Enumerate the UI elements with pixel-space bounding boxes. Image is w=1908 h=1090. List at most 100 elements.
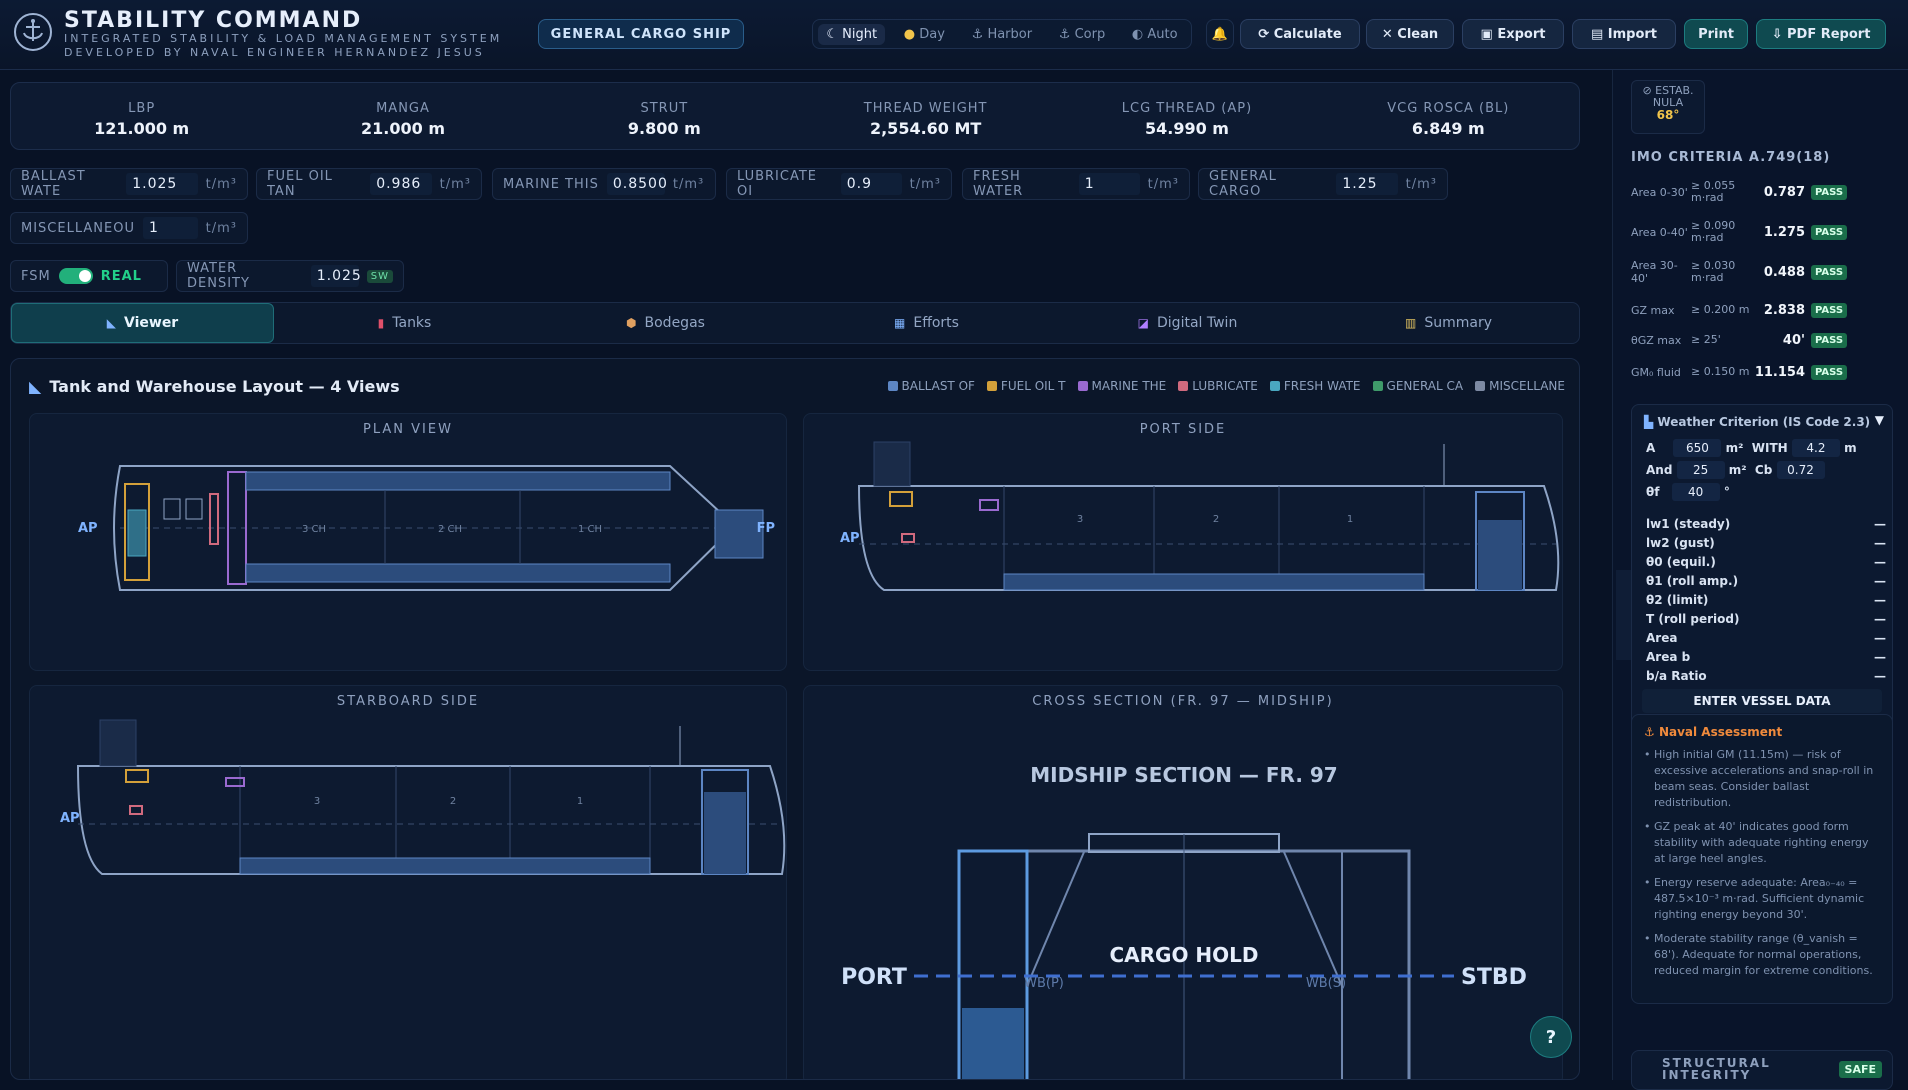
main-tabs: ◣ Viewer ▮ Tanks ⬢ Bodegas ▦ Efforts ◪ Digita… xyxy=(10,302,1580,344)
safe-badge: SAFE xyxy=(1838,1061,1882,1078)
density-marine: MARINE THIS 0.8500 t/m³ xyxy=(492,168,716,200)
density-input[interactable]: 0.9 xyxy=(840,173,902,195)
structural-title: STRUCTURAL INTEGRITY xyxy=(1662,1056,1771,1082)
legend-ballast: BALLAST OF xyxy=(887,379,975,393)
legend-fuel: FUEL OIL T xyxy=(986,379,1066,393)
stbd-hold-2: 2 xyxy=(450,796,456,807)
assessment-note: Moderate stability range (θ_vanish = 68'… xyxy=(1644,931,1880,979)
kpi-lbp: LBP 121.000 m xyxy=(94,101,190,138)
export-button[interactable]: ▣ Export xyxy=(1462,19,1564,49)
naval-assessment-title: ⚓ Naval Assessment xyxy=(1644,725,1783,739)
stbd-hold-1: 1 xyxy=(577,796,583,807)
density-input[interactable]: 1 xyxy=(142,217,198,239)
pdf-report-button[interactable]: ⇩ PDF Report xyxy=(1756,19,1886,49)
collapse-caret-icon[interactable]: ▼ xyxy=(1875,413,1884,427)
starboard-side-drawing: AP 3 2 1 xyxy=(60,719,786,875)
assessment-note: GZ peak at 40' indicates good form stabi… xyxy=(1644,819,1880,867)
pass-badge: PASS xyxy=(1811,364,1848,380)
legend-cargo: GENERAL CA xyxy=(1372,379,1463,393)
mode-harbor[interactable]: ⚓ Harbor xyxy=(964,24,1040,45)
app-title: STABILITY COMMAND xyxy=(64,8,363,33)
weather-result-row: Area — xyxy=(1646,631,1886,645)
tab-digital-twin[interactable]: ◪ Digital Twin xyxy=(1057,303,1318,343)
wb-stbd-label: WB(S) xyxy=(1306,976,1346,991)
density-fuel: FUEL OIL TAN 0.986 t/m³ xyxy=(256,168,482,200)
hold-1-label: 1 CH xyxy=(578,524,602,535)
enter-vessel-data-button[interactable]: ENTER VESSEL DATA xyxy=(1642,689,1882,713)
weather-result-row: b/a Ratio — xyxy=(1646,669,1886,683)
pass-badge: PASS xyxy=(1811,184,1848,200)
tab-viewer[interactable]: ◣ Viewer xyxy=(11,303,274,343)
import-button[interactable]: ▤ Import xyxy=(1572,19,1676,49)
assessment-note: Energy reserve adequate: Area₀₋₄₀ = 487.… xyxy=(1644,875,1880,923)
pass-badge: PASS xyxy=(1811,224,1848,240)
sidebar-scrollbar[interactable] xyxy=(1616,570,1632,660)
vessel-type-badge[interactable]: GENERAL CARGO SHIP xyxy=(538,19,744,49)
plan-fp-label: FP xyxy=(757,521,775,536)
port-label: PORT xyxy=(841,965,907,990)
structural-integrity-card: STRUCTURAL INTEGRITY SAFE xyxy=(1631,1050,1893,1090)
starboard-side-view: STARBOARD SIDE AP 3 2 1 xyxy=(29,685,787,1079)
tab-summary[interactable]: ▥ Summary xyxy=(1318,303,1579,343)
density-lube: LUBRICATE OI 0.9 t/m³ xyxy=(726,168,952,200)
with-input[interactable]: 4.2 xyxy=(1791,439,1840,457)
mode-corp[interactable]: ⚓ Corp xyxy=(1051,24,1113,45)
port-hold-3: 3 xyxy=(1077,514,1083,525)
density-input[interactable]: 1 xyxy=(1078,173,1140,195)
weather-title: ▙ Weather Criterion (IS Code 2.3) xyxy=(1644,415,1871,429)
density-cargo: GENERAL CARGO 1.25 t/m³ xyxy=(1198,168,1448,200)
tab-efforts[interactable]: ▦ Efforts xyxy=(796,303,1057,343)
weather-icon: ▙ xyxy=(1644,415,1654,429)
and-input[interactable]: 25 xyxy=(1676,461,1725,479)
wb-port-label: WB(P) xyxy=(1024,976,1064,991)
density-input[interactable]: 1.025 xyxy=(126,173,198,195)
area-a-input[interactable]: 650 xyxy=(1673,439,1722,457)
tab-tanks[interactable]: ▮ Tanks xyxy=(274,303,535,343)
stbd-hold-3: 3 xyxy=(314,796,320,807)
bell-icon[interactable]: 🔔 xyxy=(1206,19,1234,49)
mode-switcher: ☾ Night ● Day ⚓ Harbor ⚓ Corp ◐ Auto xyxy=(812,19,1192,49)
port-side-view: PORT SIDE AP 3 2 1 xyxy=(803,413,1563,671)
right-sidebar: ⊘ ESTAB. NULA 68° IMO CRITERIA A.749(18) … xyxy=(1612,70,1908,1090)
water-density-input[interactable]: 1.025 xyxy=(310,265,361,287)
print-button[interactable]: Print xyxy=(1684,19,1748,49)
naval-assessment-card: ⚓ Naval Assessment High initial GM (11.1… xyxy=(1631,714,1893,1004)
anchor-logo-icon xyxy=(14,13,52,51)
cross-section-drawing: MIDSHIP SECTION — FR. 97 CARGO HOLD PORT… xyxy=(841,763,1527,1079)
port-hold-1: 1 xyxy=(1347,514,1353,525)
port-side-drawing: AP 3 2 1 xyxy=(840,441,1560,591)
vessel-particulars: LBP 121.000 m MANGA 21.000 m STRUT 9.800 m … xyxy=(10,82,1580,150)
calculate-button[interactable]: ⟳ Calculate xyxy=(1240,19,1360,49)
legend-misc: MISCELLANE xyxy=(1475,379,1565,393)
panel-title: ◣ Tank and Warehouse Layout — 4 Views xyxy=(29,377,400,396)
density-ballast: BALLAST WATE 1.025 t/m³ xyxy=(10,168,248,200)
density-misc: MISCELLANEOU 1 t/m³ xyxy=(10,212,248,244)
mode-night[interactable]: ☾ Night xyxy=(818,23,886,45)
water-density: WATER DENSITY 1.025 SW xyxy=(176,260,404,292)
fsm-toggle[interactable] xyxy=(58,268,93,284)
plan-view-drawing: AP FP 3 CH 2 CH 1 CH xyxy=(78,465,775,591)
help-button[interactable]: ? xyxy=(1530,1016,1572,1058)
cross-section-view: CROSS SECTION (FR. 97 — MIDSHIP) MIDSHIP… xyxy=(803,685,1563,1079)
app-subtitle: INTEGRATED STABILITY & LOAD MANAGEMENT S… xyxy=(64,32,503,59)
weather-result-row: lw2 (gust) — xyxy=(1646,536,1886,550)
density-input[interactable]: 1.25 xyxy=(1336,173,1398,195)
tab-bodegas[interactable]: ⬢ Bodegas xyxy=(535,303,796,343)
weather-result-row: lw1 (steady) — xyxy=(1646,517,1886,531)
mode-day[interactable]: ● Day xyxy=(896,24,953,45)
density-input[interactable]: 0.8500 xyxy=(606,173,667,195)
cb-input[interactable]: 0.72 xyxy=(1776,461,1825,479)
clean-button[interactable]: ✕ Clean xyxy=(1366,19,1454,49)
mode-auto[interactable]: ◐ Auto xyxy=(1124,24,1186,45)
kpi-vcg: VCG ROSCA (BL) 6.849 m xyxy=(1387,101,1510,138)
weather-input-row: θf 40 ° xyxy=(1646,483,1730,501)
imo-row: Area 0-30' ≥ 0.055 m·rad 0.787 PASS xyxy=(1631,174,1893,210)
assessment-note: High initial GM (11.15m) — risk of exces… xyxy=(1644,747,1880,811)
density-input[interactable]: 0.986 xyxy=(370,173,432,195)
imo-row: Area 0-40' ≥ 0.090 m·rad 1.275 PASS xyxy=(1631,214,1893,250)
weather-result-row: Area b — xyxy=(1646,650,1886,664)
legend-fresh: FRESH WATE xyxy=(1269,379,1361,393)
legend-lube: LUBRICATE xyxy=(1178,379,1258,393)
theta-f-input[interactable]: 40 xyxy=(1671,483,1720,501)
weather-result-row: θ0 (equil.) — xyxy=(1646,555,1886,569)
